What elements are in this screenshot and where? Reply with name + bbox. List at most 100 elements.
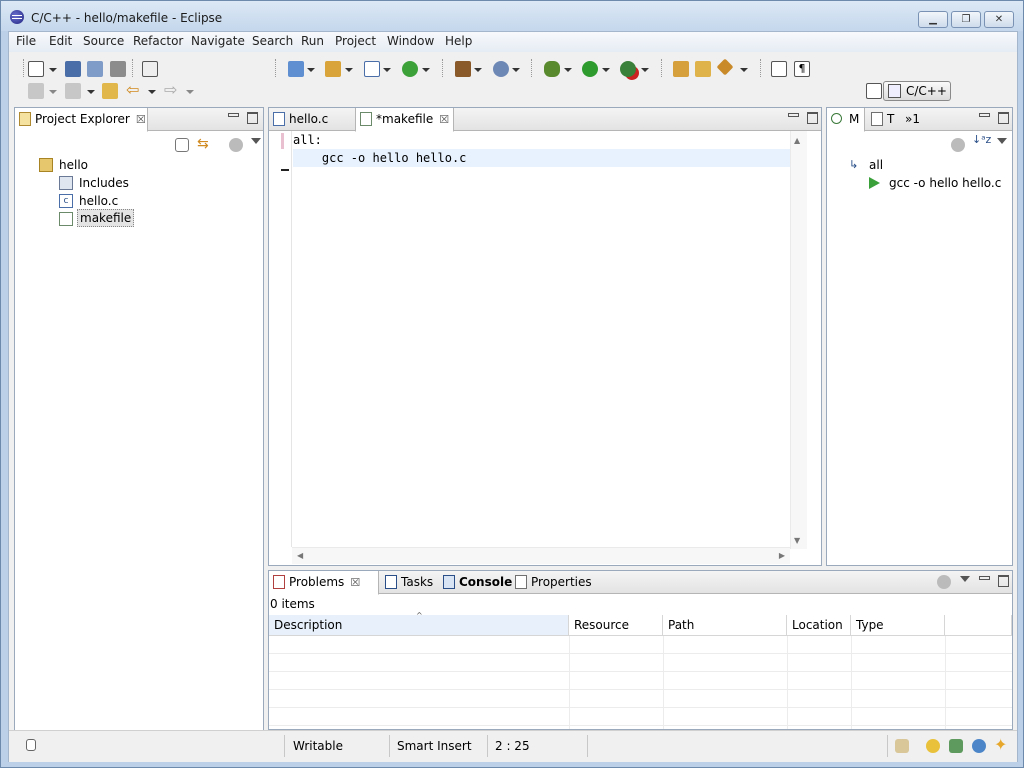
editor-horizontal-scrollbar[interactable]: ◀ ▶ — [292, 547, 790, 564]
update-icon[interactable] — [926, 739, 940, 753]
new-source-file-icon[interactable] — [364, 61, 380, 77]
back-arrow-icon[interactable]: ⇦ — [126, 82, 142, 99]
maximize-view-icon[interactable] — [997, 112, 1009, 124]
tab-properties[interactable]: Properties — [511, 571, 592, 594]
new-class-dropdown-icon[interactable] — [422, 68, 430, 72]
close-icon[interactable]: ☒ — [350, 576, 360, 589]
maximize-view-icon[interactable] — [806, 112, 818, 124]
minimize-view-icon[interactable] — [227, 112, 239, 122]
filter-icon[interactable] — [937, 575, 951, 589]
tab-problems[interactable]: Problems ☒ — [269, 571, 379, 595]
close-icon[interactable]: ☒ — [136, 113, 146, 126]
external-tools-dropdown-icon[interactable] — [641, 68, 649, 72]
code-line[interactable]: all: — [293, 133, 322, 147]
collapse-all-icon[interactable] — [175, 138, 189, 152]
sort-alpha-icon[interactable]: ↓ᵃz — [972, 134, 991, 149]
binary-icon[interactable] — [142, 61, 158, 77]
build-dropdown-icon[interactable] — [474, 68, 482, 72]
perspective-cpp-button[interactable]: C/C++ — [883, 81, 951, 101]
close-icon[interactable]: ☒ — [439, 113, 449, 126]
debug-bug-icon[interactable] — [544, 61, 560, 77]
search-torch-icon[interactable] — [716, 58, 734, 76]
menu-edit[interactable]: Edit — [49, 34, 72, 48]
close-button[interactable]: ✕ — [984, 11, 1014, 28]
filter-icon[interactable] — [951, 138, 965, 152]
maximize-button[interactable]: ❐ — [951, 11, 981, 28]
print-icon[interactable] — [110, 61, 126, 77]
tab-tasks[interactable]: Tasks — [381, 571, 437, 594]
link-with-editor-icon[interactable]: ⇆ — [197, 137, 211, 151]
new-icon[interactable] — [28, 61, 44, 77]
tab-outline[interactable]: M — [827, 108, 865, 132]
star-icon[interactable]: ✦ — [994, 737, 1008, 753]
column-type[interactable]: Type — [851, 615, 945, 636]
target-icon[interactable] — [493, 61, 509, 77]
new-source-dropdown-icon[interactable] — [383, 68, 391, 72]
fast-view-icon[interactable] — [26, 739, 36, 751]
tab-project-explorer[interactable]: Project Explorer ☒ — [15, 108, 148, 132]
open-element-icon[interactable] — [695, 61, 711, 77]
mylyn-icon[interactable] — [895, 739, 909, 753]
scroll-left-icon[interactable]: ◀ — [297, 551, 303, 560]
search-dropdown-icon[interactable] — [740, 68, 748, 72]
view-menu-icon[interactable] — [960, 576, 970, 582]
tab-hello-c[interactable]: hello.c — [269, 108, 353, 131]
next-annotation-icon[interactable] — [28, 83, 44, 99]
tab-tasks-mini[interactable]: T — [867, 108, 899, 131]
menu-run[interactable]: Run — [301, 34, 324, 48]
filters-icon[interactable] — [229, 138, 243, 152]
build-hammer-icon[interactable] — [455, 61, 471, 77]
menu-project[interactable]: Project — [335, 34, 376, 48]
view-menu-icon[interactable] — [251, 138, 261, 144]
minimize-view-icon[interactable] — [978, 575, 990, 585]
last-edit-location-icon[interactable] — [102, 83, 118, 99]
forward-dropdown-icon[interactable] — [186, 90, 194, 94]
menu-file[interactable]: File — [16, 34, 36, 48]
minimize-view-icon[interactable] — [978, 112, 990, 122]
new-c-project-icon[interactable] — [288, 61, 304, 77]
minimize-button[interactable]: ▁ — [918, 11, 948, 28]
back-dropdown-icon[interactable] — [148, 90, 156, 94]
run-icon[interactable] — [582, 61, 598, 77]
forward-arrow-icon[interactable]: ⇨ — [164, 82, 180, 99]
column-path[interactable]: Path — [663, 615, 787, 636]
save-all-icon[interactable] — [87, 61, 103, 77]
toggle-mark-occurrences-icon[interactable] — [771, 61, 787, 77]
external-tools-icon[interactable] — [620, 61, 636, 77]
save-icon[interactable] — [65, 61, 81, 77]
new-project-dropdown-icon[interactable] — [307, 68, 315, 72]
tab-more[interactable]: »1 — [901, 108, 931, 131]
maximize-view-icon[interactable] — [997, 575, 1009, 587]
maximize-view-icon[interactable] — [246, 112, 258, 124]
view-menu-icon[interactable] — [997, 138, 1007, 144]
menu-navigate[interactable]: Navigate — [191, 34, 245, 48]
new-class-icon[interactable] — [402, 61, 418, 77]
previous-annotation-dropdown-icon[interactable] — [87, 90, 95, 94]
run-dropdown-icon[interactable] — [602, 68, 610, 72]
debug-dropdown-icon[interactable] — [564, 68, 572, 72]
menu-window[interactable]: Window — [387, 34, 434, 48]
menu-search[interactable]: Search — [252, 34, 293, 48]
editor-vertical-scrollbar[interactable]: ▲ ▼ — [790, 131, 807, 549]
tab-makefile[interactable]: *makefile ☒ — [355, 108, 454, 132]
scroll-right-icon[interactable]: ▶ — [779, 551, 785, 560]
open-perspective-icon[interactable] — [866, 83, 882, 99]
target-dropdown-icon[interactable] — [512, 68, 520, 72]
column-location[interactable]: Location — [787, 615, 851, 636]
network-icon[interactable] — [972, 739, 986, 753]
open-type-icon[interactable] — [673, 61, 689, 77]
show-whitespace-icon[interactable]: ¶ — [794, 61, 810, 77]
menu-help[interactable]: Help — [445, 34, 472, 48]
scroll-up-icon[interactable]: ▲ — [794, 136, 800, 145]
new-dropdown-icon[interactable] — [49, 68, 57, 72]
scroll-down-icon[interactable]: ▼ — [794, 536, 800, 545]
new-folder-dropdown-icon[interactable] — [345, 68, 353, 72]
column-resource[interactable]: Resource — [569, 615, 663, 636]
previous-annotation-icon[interactable] — [65, 83, 81, 99]
chart-icon[interactable] — [949, 739, 963, 753]
next-annotation-dropdown-icon[interactable] — [49, 90, 57, 94]
code-line[interactable]: gcc -o hello hello.c — [293, 151, 467, 165]
new-folder-icon[interactable] — [325, 61, 341, 77]
minimize-view-icon[interactable] — [787, 112, 799, 122]
tab-console[interactable]: Console — [439, 571, 512, 594]
